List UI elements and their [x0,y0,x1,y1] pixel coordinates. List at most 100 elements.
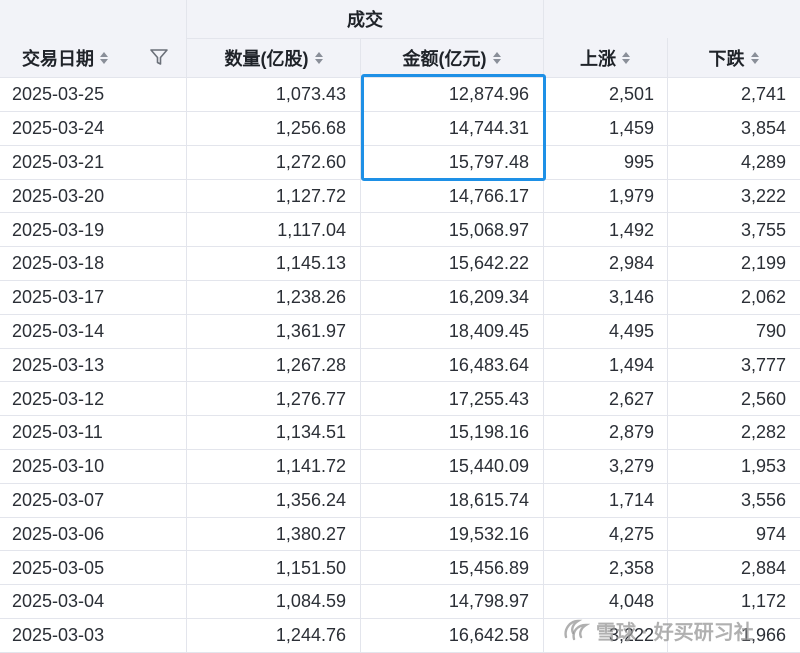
up-count-cell: 1,459 [608,118,654,139]
down-count-cell: 2,199 [740,253,786,274]
up-count-cell: 995 [623,151,654,172]
date-cell: 2025-03-03 [12,625,105,646]
col-header-label: 交易日期 [22,49,94,69]
date-cell: 2025-03-05 [12,557,105,578]
up-count-cell: 4,275 [608,523,654,544]
amount-cell: 15,440.09 [448,456,529,477]
table-header: 成交 交易日期 数量(亿股) 金额(亿元) 上涨 下跌 [0,0,800,78]
table-row[interactable]: 2025-03-18 1,145.13 15,642.22 2,984 2,199 [0,247,800,281]
volume-cell: 1,127.72 [275,185,346,206]
up-count-cell: 4,495 [608,320,654,341]
down-count-cell: 2,062 [740,287,786,308]
amount-cell: 16,642.58 [448,625,529,646]
table-row[interactable]: 2025-03-14 1,361.97 18,409.45 4,495 790 [0,315,800,349]
date-cell: 2025-03-24 [12,118,105,139]
down-count-cell: 2,560 [740,388,786,409]
amount-cell: 15,456.89 [448,557,529,578]
volume-cell: 1,276.77 [275,388,346,409]
volume-cell: 1,141.72 [275,456,346,477]
down-count-cell: 4,289 [740,151,786,172]
volume-cell: 1,117.04 [277,219,346,240]
volume-cell: 1,084.59 [275,591,346,612]
volume-cell: 1,145.13 [275,253,346,274]
amount-cell: 15,642.22 [448,253,529,274]
volume-cell: 1,256.68 [275,118,346,139]
volume-cell: 1,356.24 [275,489,346,510]
table-row[interactable]: 2025-03-07 1,356.24 18,615.74 1,714 3,556 [0,484,800,518]
up-count-cell: 3,279 [608,456,654,477]
up-count-cell: 1,714 [608,489,654,510]
table-row[interactable]: 2025-03-19 1,117.04 15,068.97 1,492 3,755 [0,213,800,248]
up-count-cell: 2,501 [608,84,654,105]
amount-cell: 16,209.34 [448,287,529,308]
table-row[interactable]: 2025-03-13 1,267.28 16,483.64 1,494 3,777 [0,348,800,383]
volume-cell: 1,134.51 [275,422,346,443]
amount-cell: 14,766.17 [448,185,529,206]
up-count-cell: 1,979 [608,185,654,206]
col-header-down[interactable]: 下跌 [667,38,800,78]
divider [186,0,187,652]
down-count-cell: 790 [755,320,786,341]
up-count-cell: 2,984 [608,253,654,274]
date-cell: 2025-03-12 [12,388,105,409]
table-row[interactable]: 2025-03-06 1,380.27 19,532.16 4,275 974 [0,517,800,552]
volume-cell: 1,151.50 [275,557,346,578]
sort-icon[interactable] [100,52,108,64]
table-row[interactable]: 2025-03-05 1,151.50 15,456.89 2,358 2,884 [0,551,800,586]
date-cell: 2025-03-06 [12,523,105,544]
sort-icon[interactable] [750,52,759,64]
watermark: 雪球 · 好买研习社 [560,612,754,648]
down-count-cell: 3,777 [740,354,786,375]
date-cell: 2025-03-20 [12,185,105,206]
volume-cell: 1,238.26 [275,287,346,308]
col-header-amount[interactable]: 金额(亿元) [360,38,543,78]
up-count-cell: 3,146 [608,287,654,308]
col-header-label: 下跌 [708,49,745,69]
table-row[interactable]: 2025-03-10 1,141.72 15,440.09 3,279 1,953 [0,450,800,484]
date-cell: 2025-03-25 [12,84,105,105]
sort-icon[interactable] [492,52,501,64]
down-count-cell: 1,953 [740,456,786,477]
down-count-cell: 2,282 [740,422,786,443]
table-row[interactable]: 2025-03-11 1,134.51 15,198.16 2,879 2,282 [0,416,800,450]
amount-cell: 18,409.45 [448,320,529,341]
down-count-cell: 2,884 [740,557,786,578]
up-count-cell: 1,492 [608,219,654,240]
down-count-cell: 3,854 [740,118,786,139]
divider [667,38,668,652]
date-cell: 2025-03-17 [12,287,105,308]
sort-icon[interactable] [622,52,630,64]
amount-cell: 15,068.97 [448,219,529,240]
highlight-box [361,74,546,181]
up-count-cell: 1,494 [608,354,654,375]
date-cell: 2025-03-07 [12,489,105,510]
filter-icon[interactable] [149,47,169,67]
up-count-cell: 2,627 [608,388,654,409]
volume-cell: 1,267.28 [275,354,346,375]
date-cell: 2025-03-13 [12,354,105,375]
col-header-label: 金额(亿元) [402,49,487,69]
date-cell: 2025-03-21 [12,151,105,172]
date-cell: 2025-03-04 [12,591,105,612]
group-header-deal: 成交 [187,0,543,38]
down-count-cell: 3,755 [740,219,786,240]
date-cell: 2025-03-10 [12,456,105,477]
col-header-volume[interactable]: 数量(亿股) [187,38,360,78]
table-row[interactable]: 2025-03-20 1,127.72 14,766.17 1,979 3,222 [0,179,800,214]
down-count-cell: 3,222 [740,185,786,206]
sort-icon[interactable] [314,52,323,64]
table-row[interactable]: 2025-03-12 1,276.77 17,255.43 2,627 2,560 [0,382,800,417]
date-cell: 2025-03-14 [12,320,105,341]
volume-cell: 1,380.27 [275,523,346,544]
watermark-text: 雪球 · 好买研习社 [596,621,754,644]
amount-cell: 19,532.16 [448,523,529,544]
col-header-up[interactable]: 上涨 [543,38,667,78]
date-cell: 2025-03-18 [12,253,105,274]
down-count-cell: 2,741 [740,84,786,105]
table-row[interactable]: 2025-03-17 1,238.26 16,209.34 3,146 2,062 [0,281,800,315]
amount-cell: 15,198.16 [448,422,529,443]
date-cell: 2025-03-11 [12,422,103,443]
volume-cell: 1,244.76 [275,625,346,646]
amount-cell: 16,483.64 [448,354,529,375]
down-count-cell: 3,556 [740,489,786,510]
